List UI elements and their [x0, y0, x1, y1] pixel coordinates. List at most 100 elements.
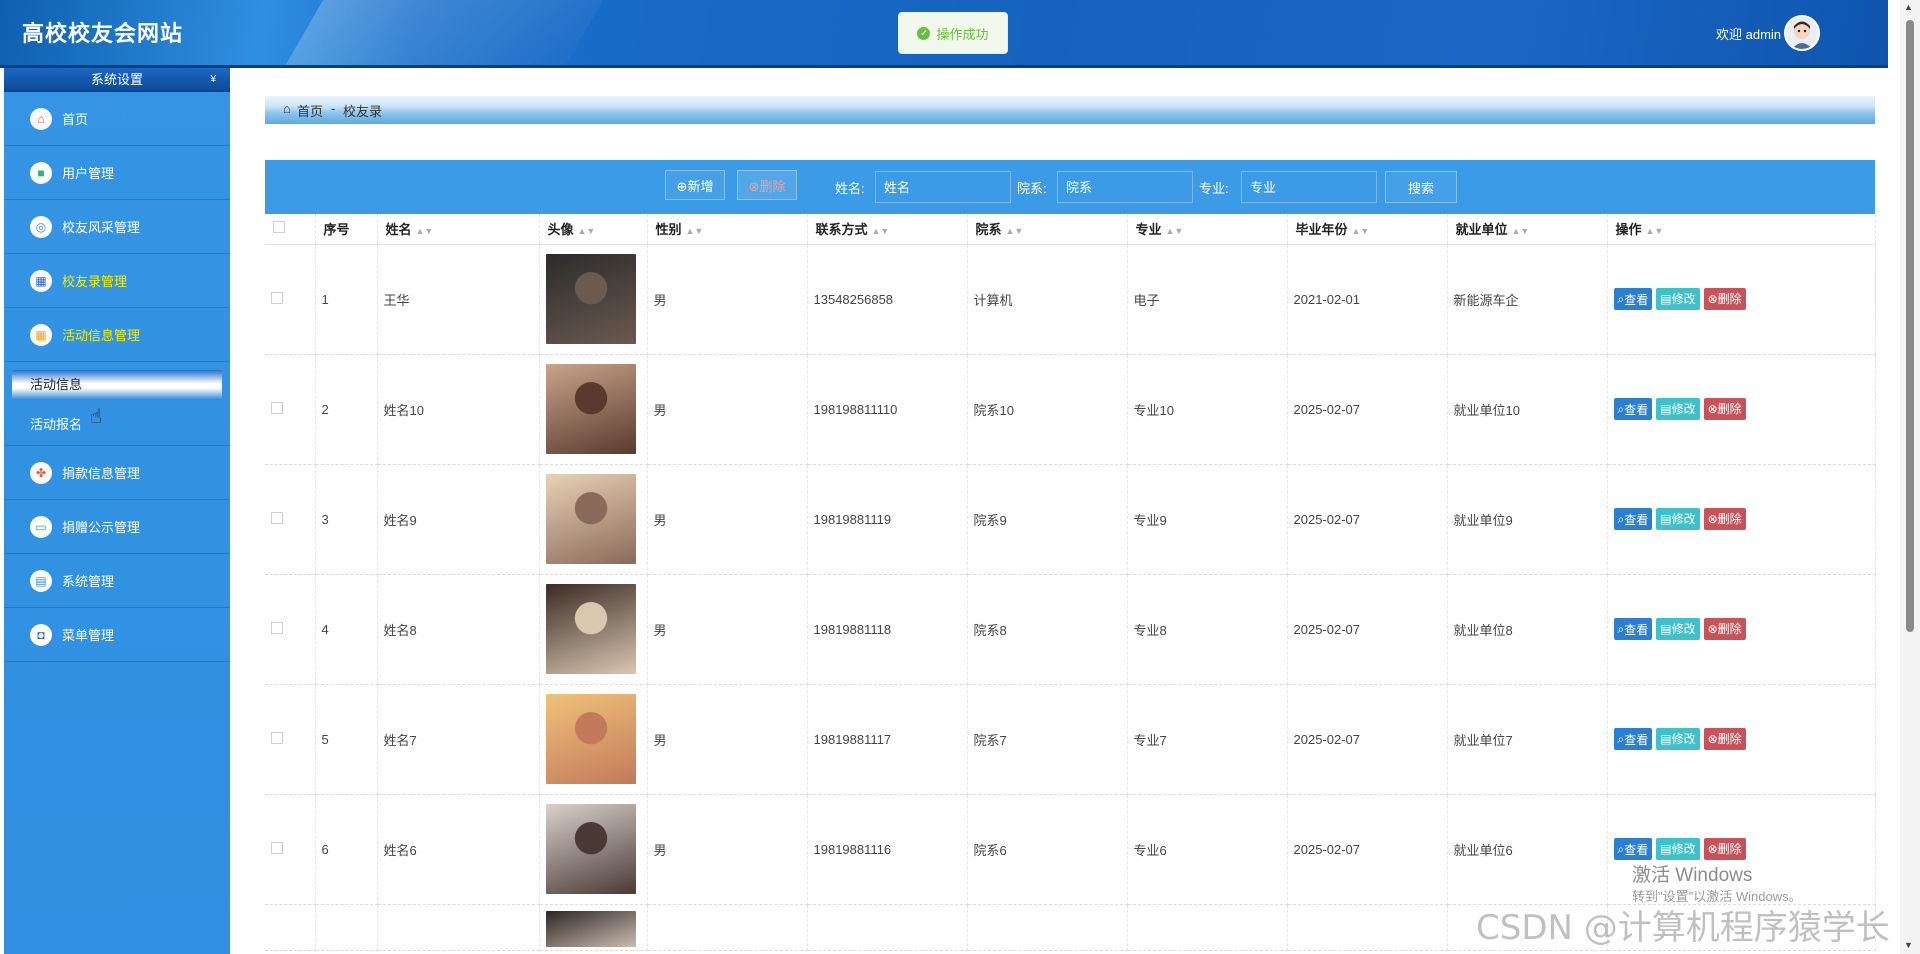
- cell-employer: 新能源车企: [1447, 244, 1608, 355]
- edit-button[interactable]: ▤ 修改: [1656, 507, 1700, 530]
- scrollbar-thumb[interactable]: [1906, 20, 1914, 632]
- sidebar-item-activity-info[interactable]: ▦ 活动信息管理: [4, 308, 230, 362]
- table-row[interactable]: 4 姓名8 男 19819881118 院系8 专业8 2025-02-07 就业单位8 ⌕ 查看…: [265, 574, 1876, 685]
- add-button[interactable]: ⊕新增: [665, 170, 725, 200]
- cell-empty: [377, 904, 540, 951]
- row-checkbox[interactable]: [271, 291, 283, 304]
- home-small-icon[interactable]: ⌂: [283, 101, 291, 116]
- row-checkbox[interactable]: [271, 511, 283, 524]
- row-select-cell[interactable]: [265, 794, 316, 905]
- col-avatar[interactable]: 头像 ▲▼: [539, 214, 648, 245]
- cell-name: 姓名8: [377, 574, 540, 685]
- submenu-item-activity-info[interactable]: 活动信息: [12, 370, 222, 400]
- col-year[interactable]: 毕业年份 ▲▼: [1287, 214, 1448, 245]
- row-select-cell[interactable]: [265, 684, 316, 795]
- table-row[interactable]: 1 王华男 13548256858 计算机 电子 2021-02-01 新能源车企 ⌕ 查看 ▤ 修…: [265, 244, 1876, 355]
- table-row[interactable]: 5 姓名7 男 19819881117 院系7 专业7 2025-02-07 就业单位7 ⌕ 查看…: [265, 684, 1876, 795]
- col-gender[interactable]: 性别 ▲▼: [647, 214, 808, 245]
- sidebar-item-label: 首页: [62, 112, 89, 127]
- col-name[interactable]: 姓名 ▲▼: [377, 214, 540, 245]
- page-scrollbar[interactable]: ▲ ▼: [1900, 0, 1920, 954]
- sort-icon: ▲▼: [577, 226, 596, 237]
- sidebar-item-home[interactable]: ⌂ 首页: [4, 92, 230, 146]
- batch-delete-button[interactable]: ⊗删除: [737, 170, 797, 200]
- col-major[interactable]: 专业 ▲▼: [1127, 214, 1288, 245]
- cell-phone: 19819881118: [807, 574, 968, 685]
- table-row[interactable]: 2 姓名10 男 198198811110 院系10 专业10 2025-02-07 就业单位…: [265, 354, 1876, 465]
- apps-icon: ▦: [30, 323, 52, 346]
- row-select-cell[interactable]: [265, 464, 316, 575]
- sidebar-item-donation-public[interactable]: ▭ 捐赠公示管理: [4, 500, 230, 554]
- user-avatar[interactable]: [1784, 15, 1820, 51]
- breadcrumb-separator: -: [331, 101, 336, 116]
- double-chevron-down-icon[interactable]: ¥: [210, 68, 216, 92]
- action-label: 修改: [1671, 622, 1696, 637]
- row-checkbox[interactable]: [271, 841, 283, 854]
- view-button[interactable]: ⌕ 查看: [1613, 508, 1653, 531]
- edit-button[interactable]: ▤ 修改: [1656, 617, 1700, 640]
- sidebar-item-alumni-directory[interactable]: ▦ 校友录管理: [4, 254, 230, 308]
- row-select-cell[interactable]: [265, 354, 316, 465]
- cell-no: 1: [315, 244, 378, 355]
- action-label: 修改: [1671, 842, 1696, 857]
- delete-button[interactable]: ⊗ 删除: [1703, 507, 1746, 530]
- table-row[interactable]: 3 姓名9 男 19819881119 院系9 专业9 2025-02-07 就业单位9 ⌕ 查看…: [265, 464, 1876, 575]
- scroll-down-icon[interactable]: ▼: [1904, 940, 1913, 950]
- action-label: 查看: [1624, 842, 1649, 857]
- col-actions[interactable]: 操作 ▲▼: [1607, 214, 1876, 245]
- sidebar-item-alumni-style[interactable]: ◎ 校友风采管理: [4, 200, 230, 254]
- avatar-icon: [1792, 21, 1812, 49]
- sidebar-item-menu[interactable]: ◘ 菜单管理: [4, 608, 230, 662]
- name-search-input[interactable]: [875, 171, 1011, 203]
- edit-button[interactable]: ▤ 修改: [1656, 287, 1700, 310]
- view-button[interactable]: ⌕ 查看: [1613, 618, 1653, 641]
- edit-button[interactable]: ▤ 修改: [1656, 727, 1700, 750]
- search-button[interactable]: 搜索: [1385, 171, 1457, 203]
- sidebar-section-header[interactable]: 系统设置 ¥: [4, 68, 230, 92]
- sort-icon: ▲▼: [1511, 226, 1530, 237]
- scroll-up-icon[interactable]: ▲: [1904, 2, 1913, 12]
- delete-button[interactable]: ⊗ 删除: [1703, 727, 1746, 750]
- breadcrumb-home[interactable]: 首页: [297, 101, 323, 120]
- cell-employer: 就业单位10: [1447, 354, 1608, 465]
- delete-button[interactable]: ⊗ 删除: [1703, 397, 1746, 420]
- view-button[interactable]: ⌕ 查看: [1613, 838, 1653, 861]
- edit-button[interactable]: ▤ 修改: [1656, 837, 1700, 860]
- action-label: 查看: [1624, 732, 1649, 747]
- select-all-checkbox[interactable]: [273, 221, 285, 234]
- col-dept[interactable]: 院系 ▲▼: [967, 214, 1128, 245]
- sidebar-item-system[interactable]: ▤ 系统管理: [4, 554, 230, 608]
- view-button[interactable]: ⌕ 查看: [1613, 398, 1653, 421]
- sidebar-item-label: 菜单管理: [62, 628, 115, 643]
- table-header-row: 序号 姓名 ▲▼ 头像 ▲▼ 性别 ▲▼ 联系方式 ▲▼ 院系 ▲▼ 专业 ▲▼ 毕业年份 ▲…: [265, 214, 1876, 245]
- window-icon: ▤: [30, 569, 52, 592]
- search-icon: ⌕: [1617, 621, 1625, 636]
- cell-dept: 院系7: [967, 684, 1128, 795]
- row-select-cell[interactable]: [265, 244, 316, 355]
- delete-button[interactable]: ⊗ 删除: [1703, 837, 1746, 860]
- col-employer[interactable]: 就业单位 ▲▼: [1447, 214, 1608, 245]
- dept-search-input[interactable]: [1057, 171, 1193, 203]
- sort-icon: ▲▼: [1165, 226, 1184, 237]
- view-button[interactable]: ⌕ 查看: [1613, 288, 1653, 311]
- delete-button[interactable]: ⊗ 删除: [1703, 617, 1746, 640]
- row-checkbox[interactable]: [271, 731, 283, 744]
- row-checkbox[interactable]: [271, 401, 283, 414]
- row-select-cell[interactable]: [265, 574, 316, 685]
- close-circle-icon: ⊗: [1707, 731, 1718, 746]
- sidebar-section-title: 系统设置: [90, 72, 143, 87]
- sidebar-item-users[interactable]: ■ 用户管理: [4, 146, 230, 200]
- select-all-cell[interactable]: [265, 214, 316, 245]
- sidebar-item-label: 校友风采管理: [62, 220, 141, 235]
- col-phone[interactable]: 联系方式 ▲▼: [807, 214, 968, 245]
- delete-button[interactable]: ⊗ 删除: [1703, 287, 1746, 310]
- row-checkbox[interactable]: [271, 621, 283, 634]
- action-label: 删除: [1717, 402, 1742, 417]
- view-button[interactable]: ⌕ 查看: [1613, 728, 1653, 751]
- cell-gender: 男: [647, 464, 808, 575]
- edit-button[interactable]: ▤ 修改: [1656, 397, 1700, 420]
- sidebar-item-donation-info[interactable]: ✤ 捐款信息管理: [4, 446, 230, 500]
- submenu-item-activity-signup[interactable]: 活动报名: [12, 410, 222, 440]
- cell-no: 6: [315, 794, 378, 905]
- major-search-input[interactable]: [1241, 171, 1377, 203]
